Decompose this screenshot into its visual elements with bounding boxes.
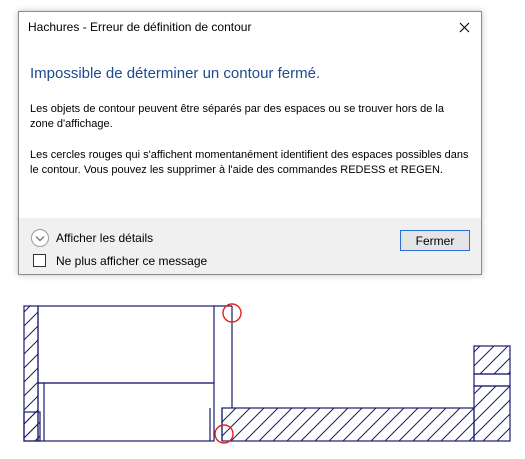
hatch-error-dialog: Hachures - Erreur de définition de conto… bbox=[18, 11, 482, 275]
bore-outline-lower bbox=[37, 382, 215, 442]
title-bar: Hachures - Erreur de définition de conto… bbox=[19, 12, 481, 42]
close-button[interactable]: Fermer bbox=[400, 230, 470, 251]
hatched-foot bbox=[23, 411, 41, 442]
bore-outline-upper bbox=[37, 305, 215, 384]
chevron-down-icon[interactable] bbox=[30, 228, 50, 248]
error-heading: Impossible de déterminer un contour ferm… bbox=[30, 65, 321, 82]
dialog-title: Hachures - Erreur de définition de conto… bbox=[28, 20, 252, 34]
gap-explanation: Les cercles rouges qui s'affichent momen… bbox=[30, 149, 469, 176]
dont-show-again-checkbox[interactable] bbox=[33, 254, 46, 267]
dialog-footer: Afficher les détails Ne plus afficher ce… bbox=[19, 218, 481, 274]
close-window-button[interactable] bbox=[447, 12, 481, 42]
hatched-post-bottom bbox=[473, 385, 511, 442]
dialog-body: Impossible de déterminer un contour ferm… bbox=[19, 42, 481, 218]
close-icon bbox=[459, 22, 469, 32]
dont-show-again-label[interactable]: Ne plus afficher ce message bbox=[56, 254, 207, 268]
error-explanation: Les objets de contour peuvent être sépar… bbox=[30, 103, 444, 130]
hatched-base bbox=[221, 407, 475, 442]
post-band bbox=[473, 373, 511, 387]
show-details-toggle[interactable]: Afficher les détails bbox=[56, 231, 153, 245]
hatched-post-top bbox=[473, 345, 511, 375]
